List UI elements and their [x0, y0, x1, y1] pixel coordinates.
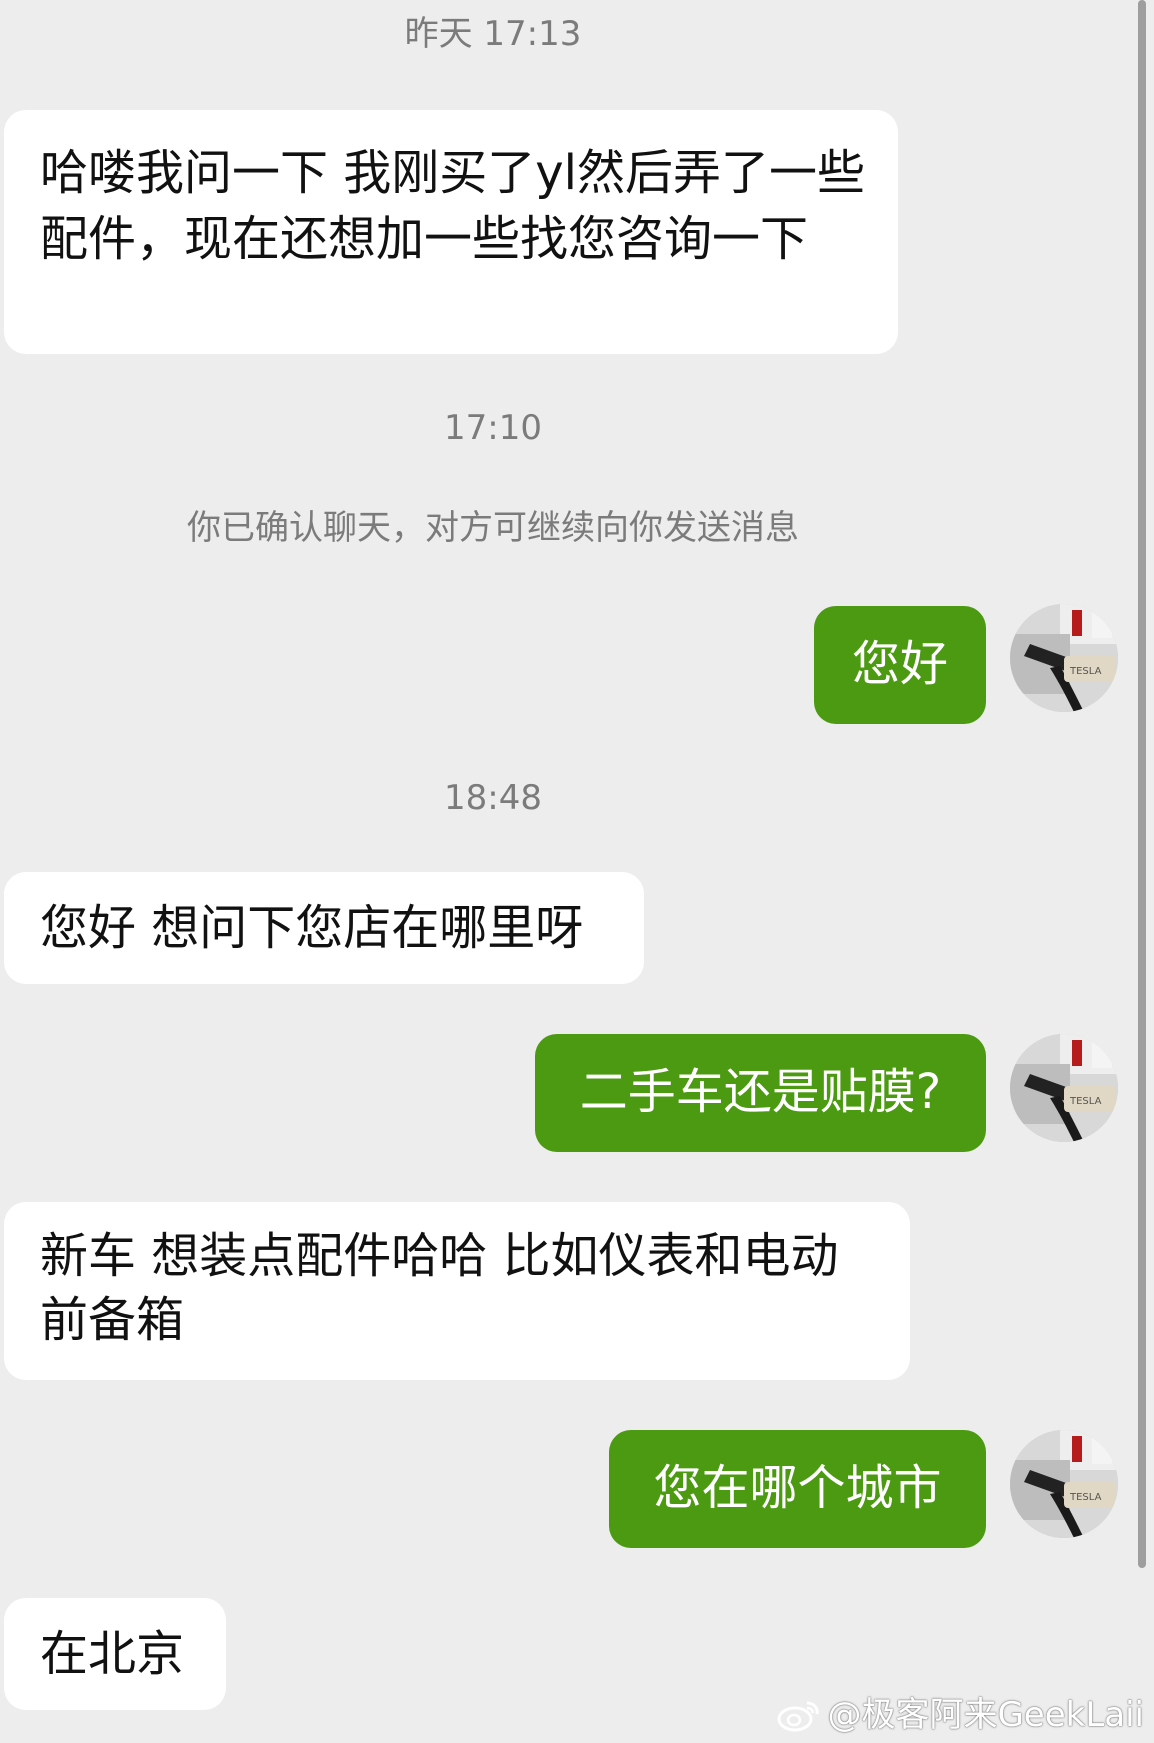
incoming-message[interactable]: 在北京 — [4, 1598, 226, 1710]
tesla-charger-avatar-icon: TESLA — [1010, 1034, 1118, 1142]
incoming-message[interactable]: 新车 想装点配件哈哈 比如仪表和电动前备箱 — [4, 1202, 910, 1380]
watermark: @极客阿来GeekLaii — [777, 1695, 1144, 1735]
avatar[interactable]: TESLA — [1010, 604, 1118, 712]
scrollbar[interactable] — [1138, 0, 1146, 1568]
weibo-icon — [777, 1701, 820, 1732]
avatar[interactable]: TESLA — [1010, 1034, 1118, 1142]
svg-text:TESLA: TESLA — [1069, 666, 1102, 677]
outgoing-message[interactable]: 二手车还是贴膜? — [535, 1034, 986, 1152]
timestamp: 昨天 17:13 — [404, 14, 582, 54]
incoming-message[interactable]: 哈喽我问一下 我刚买了yl然后弄了一些配件，现在还想加一些找您咨询一下 — [4, 110, 898, 354]
tesla-charger-avatar-icon: TESLA — [1010, 604, 1118, 712]
tesla-charger-avatar-icon: TESLA — [1010, 1430, 1118, 1538]
system-notice: 你已确认聊天，对方可继续向你发送消息 — [187, 508, 799, 548]
svg-text:TESLA: TESLA — [1069, 1096, 1102, 1107]
timestamp: 18:48 — [444, 778, 542, 818]
outgoing-message[interactable]: 您在哪个城市 — [609, 1430, 986, 1548]
avatar[interactable]: TESLA — [1010, 1430, 1118, 1538]
timestamp: 17:10 — [444, 408, 542, 448]
outgoing-message[interactable]: 您好 — [814, 606, 986, 724]
svg-text:TESLA: TESLA — [1069, 1492, 1102, 1503]
incoming-message[interactable]: 您好 想问下您店在哪里呀 — [4, 872, 644, 984]
watermark-text: @极客阿来GeekLaii — [827, 1695, 1144, 1735]
